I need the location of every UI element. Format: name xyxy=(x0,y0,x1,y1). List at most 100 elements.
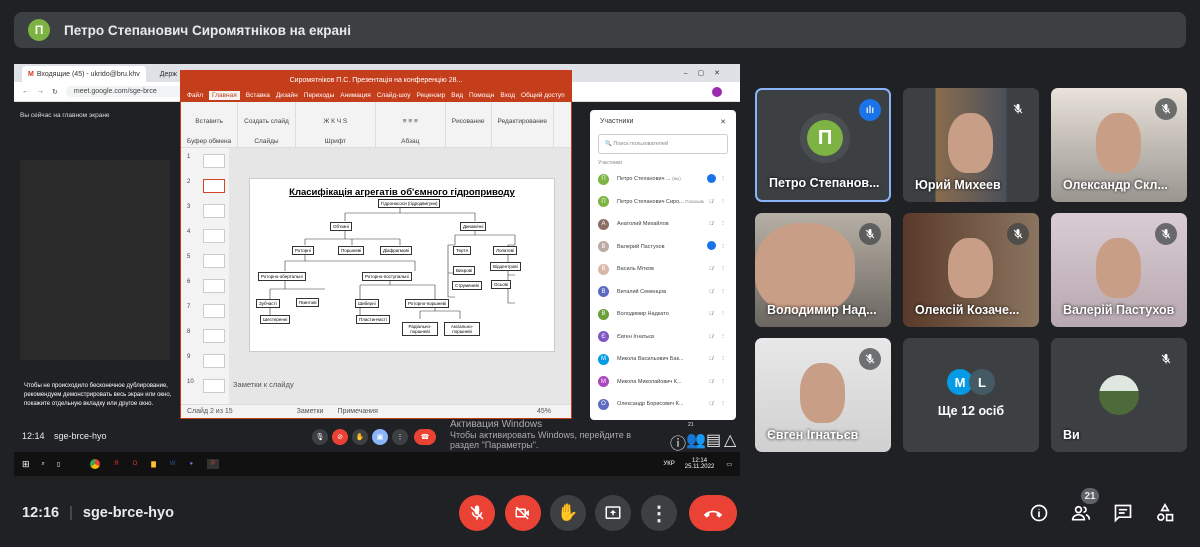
profile-avatar[interactable] xyxy=(712,86,722,97)
slide-thumbnail[interactable] xyxy=(203,204,225,218)
menu-help[interactable]: Помощн xyxy=(469,92,494,99)
close-icon[interactable]: ✕ xyxy=(720,118,726,126)
inner-info-icon[interactable]: ⓘ xyxy=(670,430,686,454)
menu-animation[interactable]: Анимация xyxy=(340,92,371,99)
menu-view[interactable]: Вид xyxy=(451,92,463,99)
drawing-button[interactable]: Рисование xyxy=(446,102,492,147)
inner-more-icon[interactable]: ⋮ xyxy=(392,429,408,445)
participant-tile[interactable]: Пılı Петро Степанов... xyxy=(755,88,891,202)
menu-share[interactable]: Общий доступ xyxy=(521,92,565,99)
menu-home[interactable]: Главная xyxy=(208,91,240,100)
participant-search-input[interactable]: 🔍 Поиск пользователей xyxy=(598,134,728,154)
participant-row[interactable]: Є Євген Ігнатьєв 🎙̸ ⋮ xyxy=(590,326,736,349)
chrome-icon[interactable] xyxy=(90,459,101,469)
slide-thumbnail[interactable] xyxy=(203,379,225,393)
slide-thumbnail[interactable] xyxy=(203,354,225,368)
participant-tile[interactable]: Юрий Михеев xyxy=(903,88,1039,202)
inner-present-icon[interactable]: ▣ xyxy=(372,429,388,445)
powerpoint-taskbar-icon[interactable]: P xyxy=(207,459,220,469)
task-view-icon[interactable]: ▯ xyxy=(57,461,60,468)
mic-toggle-button[interactable] xyxy=(459,495,495,531)
menu-review[interactable]: Рецензир xyxy=(416,92,445,99)
browser-tab-gmail[interactable]: M Входящие (45) - ukrido@bru.khv xyxy=(22,66,146,82)
more-vert-icon[interactable]: ⋮ xyxy=(718,356,728,362)
paste-button[interactable]: Вставить xyxy=(195,118,223,125)
slide-thumbnail[interactable] xyxy=(203,254,225,268)
participant-row[interactable]: В Володимир Надкато 🎙̸ ⋮ xyxy=(590,303,736,326)
participant-row[interactable]: В Василь Мітков 🎙̸ ⋮ xyxy=(590,258,736,281)
participant-row[interactable]: М Микола Миколайович К... 🎙̸ ⋮ xyxy=(590,371,736,394)
more-vert-icon[interactable]: ⋮ xyxy=(718,401,728,407)
search-icon[interactable]: ⌕ xyxy=(42,461,45,468)
language-indicator[interactable]: УКР xyxy=(663,461,674,467)
browser-tab-2[interactable]: Держ xyxy=(153,66,183,82)
menu-slideshow[interactable]: Слайд-шоу xyxy=(377,92,411,99)
menu-transitions[interactable]: Переходы xyxy=(304,92,335,99)
participant-row[interactable]: М Микола Васильович Бак... 🎙̸ ⋮ xyxy=(590,348,736,371)
present-button[interactable] xyxy=(595,495,631,531)
slide-thumbnail[interactable] xyxy=(203,229,225,243)
participant-row[interactable]: В Валерий Пастухов ⋮ xyxy=(590,236,736,259)
windows-start-icon[interactable]: ⊞ xyxy=(22,459,30,470)
raise-hand-button[interactable]: ✋ xyxy=(550,495,586,531)
more-vert-icon[interactable]: ⋮ xyxy=(718,266,728,272)
folder-icon[interactable]: ▇ xyxy=(151,461,156,468)
inner-activities-icon[interactable]: △ xyxy=(724,430,736,450)
inner-hand-icon[interactable]: ✋ xyxy=(352,429,368,445)
slide-thumbnail[interactable] xyxy=(203,279,225,293)
more-vert-icon[interactable]: ⋮ xyxy=(718,244,728,250)
slide-thumbnail[interactable] xyxy=(203,154,225,168)
comments-button[interactable]: Примечания xyxy=(337,408,377,415)
window-controls[interactable]: –▢✕ xyxy=(684,69,730,77)
opera-icon[interactable]: O xyxy=(133,461,138,467)
more-vert-icon[interactable]: ⋮ xyxy=(718,334,728,340)
activities-button[interactable] xyxy=(1153,501,1177,525)
slide-notes[interactable]: Заметки к слайду xyxy=(233,380,294,389)
yandex-icon[interactable]: Я xyxy=(114,461,118,467)
slide-thumbnail[interactable] xyxy=(203,179,225,193)
viber-icon[interactable]: ● xyxy=(190,461,194,467)
inner-cam-off-icon[interactable]: ⊘ xyxy=(332,429,348,445)
new-slide-button[interactable]: Создать слайд xyxy=(244,118,289,125)
more-vert-icon[interactable]: ⋮ xyxy=(718,379,728,385)
notifications-icon[interactable]: ▭ xyxy=(726,461,732,468)
menu-insert[interactable]: Вставка xyxy=(246,92,270,99)
people-button[interactable] xyxy=(1069,501,1093,525)
participant-tile[interactable]: Євген Ігнатьєв xyxy=(755,338,891,452)
leave-call-button[interactable] xyxy=(689,495,737,531)
slide-thumbnail[interactable] xyxy=(203,304,225,318)
participant-tile[interactable]: M L Ще 12 осіб xyxy=(903,338,1039,452)
word-icon[interactable]: W xyxy=(170,461,176,467)
inner-chat-icon[interactable]: ▤ xyxy=(706,430,721,450)
more-vert-icon[interactable]: ⋮ xyxy=(718,221,728,227)
more-vert-icon[interactable]: ⋮ xyxy=(718,199,728,205)
url-field[interactable]: meet.google.com/sge-brce xyxy=(65,86,186,97)
forward-icon[interactable]: → xyxy=(37,88,44,95)
slide-thumbnail[interactable] xyxy=(203,329,225,343)
participant-tile[interactable]: Ви xyxy=(1051,338,1187,452)
participant-row[interactable]: П Петро Степанович ... (вы) ⋮ xyxy=(590,168,736,191)
participant-tile[interactable]: Олексій Козаче... xyxy=(903,213,1039,327)
participant-row[interactable]: А Анатолий Михайлов 🎙̸ ⋮ xyxy=(590,213,736,236)
more-vert-icon[interactable]: ⋮ xyxy=(718,289,728,295)
chat-button[interactable] xyxy=(1111,501,1135,525)
editing-button[interactable]: Редактирование xyxy=(492,102,555,147)
participant-row[interactable]: В Виталий Семенцов 🎙̸ ⋮ xyxy=(590,281,736,304)
meeting-details-button[interactable] xyxy=(1027,501,1051,525)
menu-signin[interactable]: Вход xyxy=(500,92,515,99)
more-vert-icon[interactable]: ⋮ xyxy=(718,311,728,317)
menu-file[interactable]: Файл xyxy=(187,92,203,99)
zoom-level[interactable]: 45% xyxy=(537,408,551,415)
participant-row[interactable]: О Олександр Борисович К... 🎙̸ ⋮ xyxy=(590,393,736,416)
more-vert-icon[interactable]: ⋮ xyxy=(718,176,728,182)
inner-people-icon[interactable]: 👥 xyxy=(686,430,706,450)
back-icon[interactable]: ← xyxy=(22,88,29,95)
participant-row[interactable]: П Петро Степанович Сиро... Показывает эк… xyxy=(590,191,736,214)
participant-tile[interactable]: Володимир Над... xyxy=(755,213,891,327)
more-options-button[interactable]: ⋮ xyxy=(641,495,677,531)
taskbar-clock[interactable]: 12:14 25.11.2022 xyxy=(685,458,715,470)
participant-tile[interactable]: Олександр Скл... xyxy=(1051,88,1187,202)
participant-tile[interactable]: Валерій Пастухов xyxy=(1051,213,1187,327)
inner-end-call-icon[interactable]: ☎ xyxy=(414,429,436,445)
reload-icon[interactable]: ↻ xyxy=(52,88,58,96)
